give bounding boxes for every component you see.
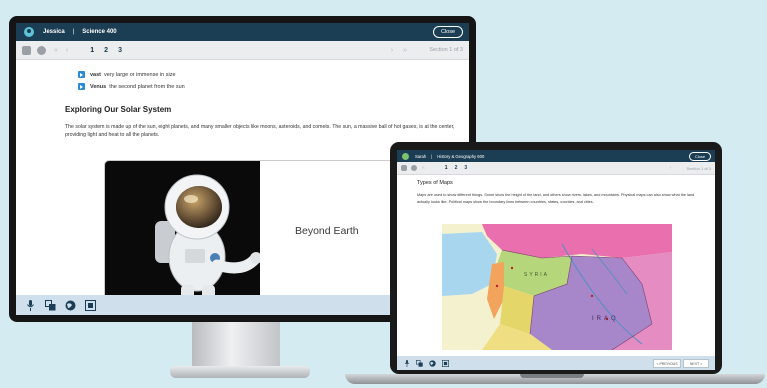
lesson-paragraph: The solar system is made up of the sun, … <box>65 124 455 138</box>
translate-icon[interactable] <box>45 299 56 311</box>
page-link[interactable]: 2 <box>104 47 108 54</box>
vocab-definition: very large or immense in size <box>104 71 176 78</box>
lesson-navbar: « 1 2 3 › Section 1 of 3 <box>397 162 715 175</box>
map-label-iraq: IRAQ <box>592 316 619 322</box>
section-indicator: Section 1 of 3 <box>686 165 711 171</box>
next-page-icon[interactable]: › <box>669 165 671 171</box>
political-map: SYRIA IRAQ <box>442 224 672 350</box>
prev-page-icon[interactable]: ‹ <box>66 47 68 54</box>
section-indicator: Section 1 of 3 <box>429 47 463 53</box>
video-player[interactable]: Beyond Earth <box>104 160 394 310</box>
close-button[interactable]: Close <box>433 26 463 38</box>
next-controls: › <box>669 165 671 171</box>
page-link[interactable]: 3 <box>464 165 467 171</box>
close-button[interactable]: Close <box>689 152 711 161</box>
microphone-icon[interactable] <box>25 299 36 311</box>
page-list: 1 2 3 <box>445 165 467 171</box>
settings-icon[interactable] <box>411 165 417 171</box>
map-image <box>442 224 672 350</box>
lesson-heading: Types of Maps <box>417 180 453 186</box>
vocab-term: Venus <box>90 83 107 90</box>
student-name: Jessica <box>43 29 65 35</box>
vocab-definition: the second planet from the sun <box>109 83 185 90</box>
menu-icon[interactable] <box>22 45 31 55</box>
header-separator: | <box>72 29 75 35</box>
settings-icon[interactable] <box>37 45 46 55</box>
tools-toolbar: < PREVIOUS NEXT > <box>397 356 715 370</box>
map-label-syria: SYRIA <box>524 272 550 278</box>
calculator-icon[interactable] <box>85 299 96 311</box>
course-title: Science 400 <box>82 29 117 35</box>
monitor-base <box>170 366 310 378</box>
next-page-icon[interactable]: › <box>391 47 393 54</box>
laptop: Sarah | History & Geography 600 Close « … <box>390 142 722 374</box>
calculator-icon[interactable] <box>442 359 449 367</box>
play-audio-icon[interactable] <box>78 83 85 90</box>
next-controls: › » <box>391 47 407 54</box>
translate-icon[interactable] <box>416 359 423 367</box>
avatar <box>402 152 409 160</box>
first-page-icon[interactable]: « <box>54 47 58 54</box>
page-link[interactable]: 3 <box>118 47 122 54</box>
menu-icon[interactable] <box>401 165 407 171</box>
next-button[interactable]: NEXT > <box>683 359 709 368</box>
page-link[interactable]: 1 <box>90 47 94 54</box>
page-list: 1 2 3 <box>90 47 122 54</box>
vocab-item: vast very large or immense in size <box>78 71 176 78</box>
globe-icon[interactable] <box>65 300 76 311</box>
first-page-icon[interactable]: « <box>422 165 425 171</box>
laptop-screen: Sarah | History & Geography 600 Close « … <box>397 150 715 370</box>
app-header: Sarah | History & Geography 600 Close <box>397 150 715 162</box>
video-title: Beyond Earth <box>295 225 359 237</box>
page-link[interactable]: 1 <box>445 165 448 171</box>
globe-icon[interactable] <box>429 359 436 367</box>
avatar <box>24 27 34 37</box>
microphone-icon[interactable] <box>403 359 410 367</box>
astronaut-illustration <box>155 174 262 309</box>
laptop-notch <box>520 374 584 378</box>
play-audio-icon[interactable] <box>78 71 85 78</box>
monitor-stand <box>192 322 280 370</box>
lesson-heading: Exploring Our Solar System <box>65 105 172 114</box>
page-link[interactable]: 2 <box>455 165 458 171</box>
last-page-icon[interactable]: » <box>403 47 407 54</box>
student-name: Sarah <box>415 153 427 159</box>
lesson-navbar: « ‹ 1 2 3 › » Section 1 of 3 <box>16 41 469 60</box>
video-dark-panel <box>105 161 262 309</box>
course-title: History & Geography 600 <box>437 153 485 159</box>
header-separator: | <box>431 153 433 159</box>
app-header: Jessica | Science 400 Close <box>16 23 469 41</box>
lesson-paragraph: Maps are used to show different things. … <box>417 193 695 204</box>
vocab-item: Venus the second planet from the sun <box>78 83 185 90</box>
vocab-term: vast <box>90 71 102 78</box>
previous-button[interactable]: < PREVIOUS <box>653 359 681 368</box>
